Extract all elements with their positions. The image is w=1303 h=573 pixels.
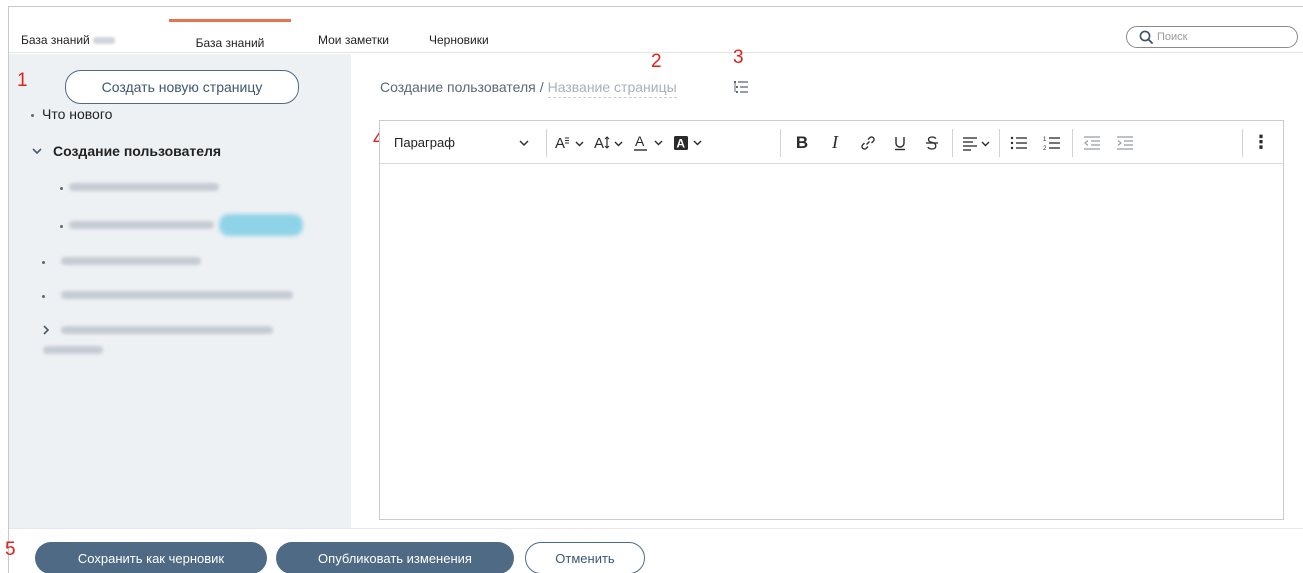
underline-button[interactable] bbox=[886, 121, 914, 164]
save-draft-button[interactable]: Сохранить как черновик bbox=[35, 542, 267, 573]
background-color-button[interactable]: A bbox=[671, 121, 709, 164]
search-input[interactable] bbox=[1157, 29, 1289, 45]
tab-knowledge-base-personal[interactable]: База знаний bbox=[21, 33, 115, 47]
create-page-button[interactable]: Создать новую страницу bbox=[65, 70, 299, 104]
line-height-icon: A bbox=[594, 135, 623, 151]
tab-label: База знаний bbox=[21, 33, 90, 47]
annotation-marker-1: 1 bbox=[17, 70, 28, 91]
underline-icon bbox=[895, 136, 905, 150]
align-left-icon bbox=[963, 136, 990, 151]
app-frame: База знаний База знаний Мои заметки Черн… bbox=[5, 6, 1303, 573]
bullet-icon bbox=[60, 225, 63, 228]
tab-label: Черновики bbox=[429, 33, 489, 47]
toolbar-divider bbox=[952, 129, 953, 157]
toolbar-divider bbox=[1072, 129, 1073, 157]
text-color-button[interactable]: A bbox=[631, 121, 669, 164]
footer-actions: 5 Сохранить как черновик Опубликовать из… bbox=[5, 528, 1303, 573]
blurred-text bbox=[92, 37, 115, 45]
link-icon bbox=[861, 135, 875, 150]
outdent-icon bbox=[1084, 135, 1100, 150]
toolbar-divider bbox=[780, 129, 781, 157]
annotation-marker-5: 5 bbox=[5, 539, 16, 560]
text-color-icon: A bbox=[634, 134, 663, 151]
tab-label: База знаний bbox=[195, 36, 265, 50]
more-options-button[interactable]: ⋮ bbox=[1248, 121, 1274, 164]
blurred-sidebar-item[interactable] bbox=[69, 183, 219, 191]
numbered-list-button[interactable]: 1 2 bbox=[1038, 121, 1066, 164]
toolbar-divider bbox=[999, 129, 1000, 157]
sidebar-item-whats-new[interactable]: Что нового bbox=[31, 106, 112, 122]
chevron-down-icon[interactable] bbox=[31, 145, 43, 157]
outdent-button[interactable] bbox=[1078, 121, 1106, 164]
tab-my-notes[interactable]: Мои заметки bbox=[318, 33, 389, 47]
page-title-input[interactable]: Название страницы bbox=[547, 79, 677, 98]
strikethrough-icon bbox=[926, 135, 938, 150]
annotation-marker-2: 2 bbox=[651, 51, 662, 72]
svg-text:2: 2 bbox=[1043, 146, 1047, 151]
svg-text:1: 1 bbox=[1043, 137, 1047, 143]
tab-bar: База знаний База знаний Мои заметки Черн… bbox=[9, 7, 1303, 53]
publish-button[interactable]: Опубликовать изменения bbox=[276, 542, 514, 573]
breadcrumb-parent[interactable]: Создание пользователя bbox=[380, 79, 536, 95]
sidebar: 1 Создать новую страницу Что нового Созд… bbox=[9, 54, 351, 528]
blurred-sidebar-item[interactable] bbox=[61, 257, 201, 265]
font-size-button[interactable]: A bbox=[552, 121, 590, 164]
bulleted-list-icon bbox=[1010, 136, 1027, 149]
svg-text:A: A bbox=[594, 135, 604, 151]
chevron-right-icon[interactable] bbox=[40, 324, 52, 336]
annotation-marker-3: 3 bbox=[733, 47, 744, 68]
indent-icon bbox=[1117, 135, 1133, 150]
blurred-badge bbox=[219, 214, 303, 236]
bullet-icon bbox=[42, 295, 45, 298]
search-box[interactable] bbox=[1126, 26, 1298, 48]
font-size-icon: A bbox=[555, 135, 584, 151]
editor-content-area[interactable] bbox=[380, 165, 1283, 519]
svg-text:A: A bbox=[555, 135, 565, 151]
background-color-icon: A bbox=[674, 135, 702, 150]
paragraph-style-value: Параграф bbox=[394, 135, 455, 150]
toolbar-divider bbox=[1242, 129, 1243, 157]
paragraph-style-select[interactable]: Параграф bbox=[388, 132, 536, 154]
bulleted-list-button[interactable] bbox=[1005, 121, 1033, 164]
bold-button[interactable]: B bbox=[788, 121, 816, 164]
italic-button[interactable]: I bbox=[821, 121, 849, 164]
strikethrough-button[interactable] bbox=[918, 121, 946, 164]
blurred-sidebar-item[interactable] bbox=[61, 291, 293, 299]
bullet-icon bbox=[60, 187, 63, 190]
svg-text:A: A bbox=[635, 134, 645, 149]
breadcrumb: Создание пользователя / Название страницы bbox=[380, 79, 677, 98]
indent-button[interactable] bbox=[1111, 121, 1139, 164]
blurred-sidebar-item[interactable] bbox=[61, 326, 273, 334]
toolbar-divider bbox=[546, 129, 547, 157]
cancel-button[interactable]: Отменить bbox=[525, 542, 645, 573]
bullet-icon bbox=[42, 261, 45, 264]
search-icon bbox=[1139, 30, 1153, 44]
blurred-sidebar-item[interactable] bbox=[69, 221, 214, 229]
text-align-button[interactable] bbox=[958, 121, 996, 164]
chevron-down-icon bbox=[519, 140, 529, 147]
link-button[interactable] bbox=[854, 121, 882, 164]
line-height-button[interactable]: A bbox=[591, 121, 629, 164]
bullet-icon bbox=[31, 113, 34, 117]
rich-text-editor: Параграф A A A A B I 1 2 ⋮ bbox=[379, 120, 1284, 520]
tab-knowledge-base[interactable]: База знаний bbox=[169, 19, 291, 53]
tab-label: Мои заметки bbox=[318, 33, 389, 47]
editor-toolbar: Параграф A A A A B I 1 2 ⋮ bbox=[380, 121, 1283, 164]
table-of-contents-icon[interactable] bbox=[733, 79, 749, 95]
svg-text:A: A bbox=[676, 136, 685, 150]
numbered-list-icon: 1 2 bbox=[1043, 137, 1060, 151]
sidebar-item-label: Что нового bbox=[42, 106, 113, 122]
breadcrumb-separator: / bbox=[539, 79, 544, 95]
tab-drafts[interactable]: Черновики bbox=[429, 33, 489, 47]
blurred-sidebar-item bbox=[43, 346, 103, 354]
sidebar-item-create-user[interactable]: Создание пользователя bbox=[53, 143, 221, 159]
